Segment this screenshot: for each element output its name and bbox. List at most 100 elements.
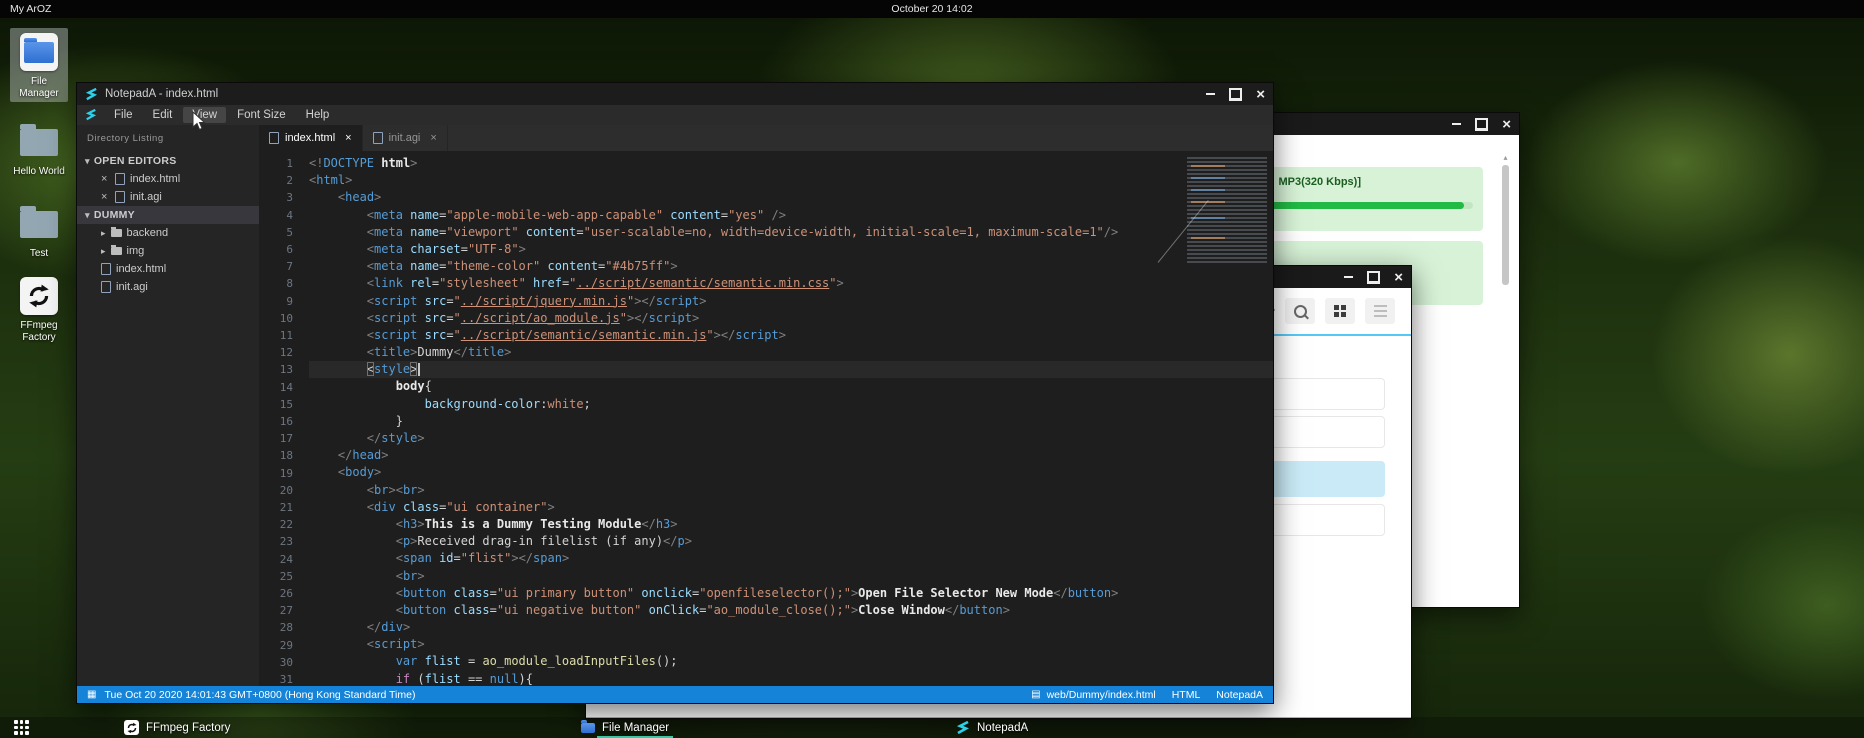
close-icon[interactable]: × [1502,117,1511,132]
close-editor-icon[interactable]: × [101,191,110,203]
minimize-icon[interactable] [1344,276,1353,278]
grid-view-button[interactable] [1325,298,1355,324]
status-datetime: Tue Oct 20 2020 14:01:43 GMT+0800 (Hong … [104,689,415,701]
minimize-icon[interactable] [1452,123,1461,125]
code-line-25[interactable]: <br> [309,568,1273,585]
tab-init.agi[interactable]: init.agi× [363,125,448,151]
code-line-1[interactable]: <!DOCTYPE html> [309,155,1273,172]
scrollbar[interactable]: ▴ [1501,153,1510,591]
code-line-29[interactable]: <script> [309,636,1273,653]
menu-font-size[interactable]: Font Size [228,107,295,123]
file-icon [101,263,111,275]
tree-section-dummy[interactable]: ▾DUMMY [77,206,259,224]
code-line-16[interactable]: } [309,413,1273,430]
tab-bar: index.html×init.agi× [259,125,1273,151]
minimize-icon[interactable] [1206,93,1215,95]
code-line-10[interactable]: <script src="../script/ao_module.js"></s… [309,310,1273,327]
desktop: My ArOZ October 20 14:02 File Manager Hel… [0,0,1864,738]
close-icon[interactable]: × [1394,270,1403,285]
tree-item-init.agi[interactable]: ×init.agi [77,188,259,206]
code-line-15[interactable]: background-color:white; [309,396,1273,413]
maximize-icon[interactable] [1367,271,1380,284]
desktop-icon-label: Hello World [10,166,68,178]
menu-bar-items: FileEditViewFont SizeHelp [105,107,338,123]
menu-file[interactable]: File [105,107,142,123]
close-icon[interactable]: × [1256,87,1265,102]
aroz-brand[interactable]: My ArOZ [0,3,51,15]
status-app-name[interactable]: NotepadA [1216,689,1263,701]
folder-icon [111,229,122,237]
folder-icon [20,211,58,238]
status-file-path[interactable]: ▤ web/Dummy/index.html [1031,689,1156,701]
system-clock: October 20 14:02 [891,3,972,15]
code-line-31[interactable]: if (flist == null){ [309,671,1273,686]
code-line-30[interactable]: var flist = ao_module_loadInputFiles(); [309,653,1273,670]
close-tab-icon[interactable]: × [430,132,436,144]
code-line-17[interactable]: </style> [309,430,1273,447]
code-line-6[interactable]: <meta charset="UTF-8"> [309,241,1273,258]
code-line-19[interactable]: <body> [309,464,1273,481]
list-view-button[interactable] [1365,298,1395,324]
code-line-14[interactable]: body{ [309,378,1273,395]
tree-item-index.html[interactable]: ×index.html [77,170,259,188]
tree-item-img[interactable]: ▸img [77,242,259,260]
notepada-logo-icon [956,721,970,735]
ffmpeg-icon [124,720,139,735]
folder-icon [24,42,54,63]
scroll-up-icon[interactable]: ▴ [1501,153,1510,162]
taskbar-item-ffmpeg-factory[interactable]: FFmpeg Factory [118,717,236,738]
code-text[interactable]: <!DOCTYPE html><html> <head> <meta name=… [309,155,1273,686]
scroll-thumb[interactable] [1502,165,1509,285]
code-line-23[interactable]: <p>Received drag-in filelist (if any)</p… [309,533,1273,550]
file-icon [115,173,125,185]
notepada-titlebar[interactable]: NotepadA - index.html × [77,83,1273,105]
file-icon [269,132,279,144]
code-line-20[interactable]: <br><br> [309,482,1273,499]
code-line-22[interactable]: <h3>This is a Dummy Testing Module</h3> [309,516,1273,533]
code-line-5[interactable]: <meta name="viewport" content="user-scal… [309,224,1273,241]
desktop-icon-file-manager[interactable]: File Manager [10,28,68,102]
taskbar-item-file-manager[interactable]: File Manager [575,717,675,738]
tree-item-index.html[interactable]: index.html [77,260,259,278]
code-line-18[interactable]: </head> [309,447,1273,464]
close-tab-icon[interactable]: × [345,132,351,144]
code-line-27[interactable]: <button class="ui negative button" onCli… [309,602,1273,619]
code-line-3[interactable]: <head> [309,189,1273,206]
notepada-logo-icon [85,109,97,121]
desktop-icon-test[interactable]: Test [10,200,68,262]
tree-section-open-editors[interactable]: ▾OPEN EDITORS [77,152,259,170]
desktop-icon-ffmpeg-factory[interactable]: FFmpeg Factory [10,272,68,346]
taskbar-item-notepada[interactable]: NotepadA [950,717,1034,738]
code-line-2[interactable]: <html> [309,172,1273,189]
window-title: NotepadA - index.html [105,88,218,100]
code-line-21[interactable]: <div class="ui container"> [309,499,1273,516]
code-line-26[interactable]: <button class="ui primary button" onclic… [309,585,1273,602]
search-button[interactable] [1285,298,1315,324]
apps-grid-icon[interactable] [14,720,29,735]
code-line-7[interactable]: <meta name="theme-color" content="#4b75f… [309,258,1273,275]
desktop-icon-label: FFmpeg Factory [10,320,68,344]
menu-help[interactable]: Help [297,107,339,123]
status-language[interactable]: HTML [1172,689,1201,701]
maximize-icon[interactable] [1475,118,1488,131]
code-line-8[interactable]: <link rel="stylesheet" href="../script/s… [309,275,1273,292]
code-line-24[interactable]: <span id="flist"></span> [309,550,1273,567]
code-line-9[interactable]: <script src="../script/jquery.min.js"></… [309,293,1273,310]
code-line-13[interactable]: <style> [309,361,1273,378]
sidebar: Directory Listing ▾OPEN EDITORS×index.ht… [77,125,259,686]
tree-item-init.agi[interactable]: init.agi [77,278,259,296]
code-line-4[interactable]: <meta name="apple-mobile-web-app-capable… [309,207,1273,224]
line-number-gutter: 1234567891011121314151617181920212223242… [259,155,309,686]
tab-index.html[interactable]: index.html× [259,125,363,151]
code-line-11[interactable]: <script src="../script/semantic/semantic… [309,327,1273,344]
close-editor-icon[interactable]: × [101,173,110,185]
code-area[interactable]: 1234567891011121314151617181920212223242… [259,151,1273,686]
notepada-logo-icon [85,88,98,101]
menu-edit[interactable]: Edit [144,107,182,123]
desktop-icon-hello-world[interactable]: Hello World [10,118,68,180]
code-line-12[interactable]: <title>Dummy</title> [309,344,1273,361]
maximize-icon[interactable] [1229,88,1242,101]
tree-item-backend[interactable]: ▸backend [77,224,259,242]
notepada-window[interactable]: NotepadA - index.html × FileEditViewFont… [76,82,1274,704]
code-line-28[interactable]: </div> [309,619,1273,636]
